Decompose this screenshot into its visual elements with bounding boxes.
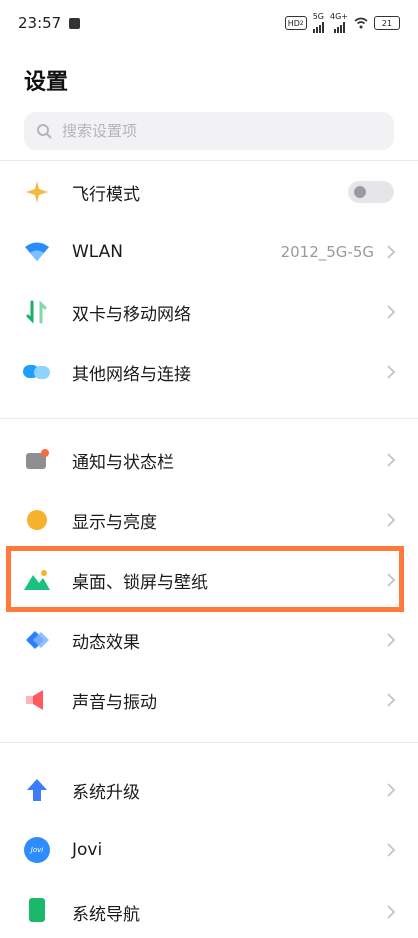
- settings-item-airplane-mode[interactable]: 飞行模式: [0, 164, 418, 220]
- settings-item-label: 系统导航: [72, 905, 140, 925]
- wlan-network-value: 2012_5G-5G: [280, 243, 374, 261]
- signal-1-type: 5G: [312, 12, 324, 21]
- search-icon: [37, 124, 52, 139]
- settings-item-label: 其他网络与连接: [72, 364, 191, 385]
- settings-item-label: 飞行模式: [72, 184, 140, 205]
- settings-item-label: 通知与状态栏: [72, 452, 174, 473]
- dual-sim-icon: [22, 297, 52, 327]
- settings-item-label: 动态效果: [72, 632, 140, 653]
- hd-icon: HD 2: [284, 16, 307, 30]
- chevron-right-icon: [387, 573, 396, 587]
- app-notification-icon: [69, 17, 81, 29]
- settings-item-label: WLAN: [72, 242, 124, 262]
- settings-item-desktop-lockscreen-wallpaper[interactable]: 桌面、锁屏与壁纸: [0, 552, 418, 608]
- status-bar: 23:57 HD 2 5G 4G+ 21: [0, 0, 418, 46]
- settings-item-system-navigation[interactable]: 系统导航: [0, 882, 418, 938]
- page-title: 设置: [24, 70, 69, 95]
- signal-2-icon: [333, 21, 345, 33]
- chevron-right-icon: [387, 783, 396, 797]
- chevron-right-icon: [387, 305, 396, 319]
- settings-item-jovi[interactable]: Jovi Jovi: [0, 822, 418, 878]
- settings-item-dual-sim-mobile-network[interactable]: 双卡与移动网络: [0, 284, 418, 340]
- airplane-mode-toggle[interactable]: [348, 181, 394, 203]
- search-input[interactable]: [60, 121, 364, 141]
- search-bar[interactable]: [24, 112, 394, 150]
- sound-icon: [22, 685, 52, 715]
- chevron-right-icon: [387, 633, 396, 647]
- settings-item-label: Jovi: [72, 840, 103, 860]
- signal-1-icon: [312, 21, 324, 33]
- divider: [0, 742, 418, 743]
- divider: [0, 160, 418, 161]
- jovi-icon: Jovi: [22, 835, 52, 865]
- connection-icon: [22, 357, 52, 387]
- chevron-right-icon: [387, 453, 396, 467]
- settings-item-notifications-status-bar[interactable]: 通知与状态栏: [0, 432, 418, 488]
- signal-2-type: 4G+: [330, 12, 348, 21]
- settings-item-display-brightness[interactable]: 显示与亮度: [0, 492, 418, 548]
- settings-item-label: 声音与振动: [72, 692, 157, 713]
- brightness-icon: [22, 505, 52, 535]
- settings-item-label: 双卡与移动网络: [72, 304, 191, 325]
- status-time: 23:57: [18, 14, 62, 32]
- upgrade-icon: [22, 775, 52, 805]
- chevron-right-icon: [387, 843, 396, 857]
- chevron-right-icon: [387, 513, 396, 527]
- chevron-right-icon: [387, 905, 396, 919]
- notification-icon: [22, 445, 52, 475]
- chevron-right-icon: [387, 693, 396, 707]
- settings-item-label: 桌面、锁屏与壁纸: [72, 572, 208, 593]
- wifi-status-icon: [354, 17, 368, 29]
- battery-icon: 21: [374, 16, 400, 30]
- chevron-right-icon: [387, 365, 396, 379]
- settings-item-label: 系统升级: [72, 782, 140, 803]
- settings-item-motion-effects[interactable]: 动态效果: [0, 612, 418, 668]
- settings-item-wlan[interactable]: WLAN 2012_5G-5G: [0, 224, 418, 280]
- chevron-right-icon: [387, 245, 396, 259]
- settings-item-sound-vibration[interactable]: 声音与振动: [0, 672, 418, 728]
- settings-item-label: 显示与亮度: [72, 512, 157, 533]
- settings-item-system-upgrade[interactable]: 系统升级: [0, 762, 418, 818]
- motion-icon: [22, 625, 52, 655]
- airplane-icon: [22, 177, 52, 207]
- settings-item-other-networks[interactable]: 其他网络与连接: [0, 344, 418, 400]
- wifi-icon: [22, 237, 52, 267]
- wallpaper-icon: [22, 565, 52, 595]
- divider: [0, 418, 418, 419]
